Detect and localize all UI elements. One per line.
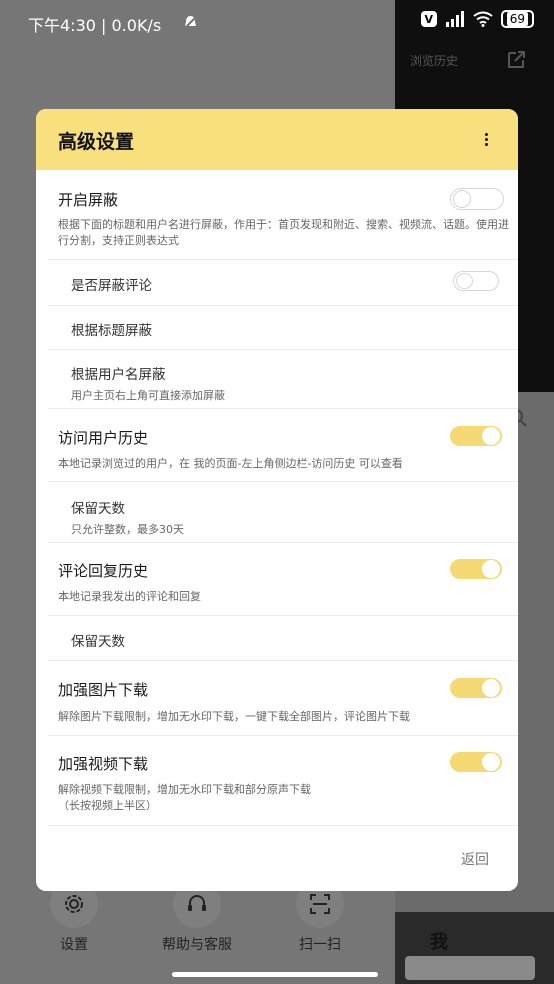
vpn-icon: V: [420, 11, 437, 27]
toggle-visit-history[interactable]: [450, 426, 502, 446]
setting-enable-block[interactable]: 开启屏蔽 根据下面的标题和用户名进行屏蔽，作用于：首页发现和附近、搜索、视频流、…: [48, 170, 518, 260]
setting-block-by-username[interactable]: 根据用户名屏蔽 用户主页右上角可直接添加屏蔽: [48, 350, 518, 409]
more-menu-icon[interactable]: [484, 133, 490, 148]
setting-title: 根据标题屏蔽: [71, 323, 152, 339]
toggle-comment-history[interactable]: [450, 559, 502, 579]
status-time: 下午4:30 | 0.0K/s: [28, 16, 162, 35]
home-indicator[interactable]: [172, 972, 378, 977]
mute-bell-icon: [183, 15, 198, 30]
history-link: 浏览历史: [410, 54, 459, 68]
nav-scan[interactable]: 扫一扫: [270, 880, 370, 954]
advanced-settings-dialog: 高级设置 开启屏蔽 根据下面的标题和用户名进行屏蔽，作用于：首页发现和附近、搜索…: [36, 109, 518, 891]
toggle-video-download[interactable]: [450, 752, 502, 772]
status-bar: 下午4:30 | 0.0K/s V 69: [0, 0, 554, 46]
setting-title: 保留天数: [71, 501, 125, 517]
toggle-block-comments[interactable]: [453, 271, 499, 291]
setting-retain-days-comment[interactable]: 保留天数: [48, 616, 518, 661]
toggle-enable-block[interactable]: [450, 188, 504, 210]
background-right-pill: [405, 956, 535, 980]
wifi-icon: [473, 11, 493, 27]
setting-title: 评论回复历史: [58, 562, 149, 580]
setting-block-comments[interactable]: 是否屏蔽评论: [48, 260, 518, 306]
toggle-image-download[interactable]: [450, 678, 502, 698]
setting-retain-days-visit[interactable]: 保留天数 只允许整数，最多30天: [48, 482, 518, 543]
setting-title: 开启屏蔽: [58, 191, 119, 209]
nav-help-label: 帮助与客服: [162, 937, 232, 953]
setting-desc: 只允许整数，最多30天: [71, 523, 184, 536]
dialog-title: 高级设置: [58, 131, 135, 153]
battery-icon: 69: [500, 10, 534, 28]
battery-level: 69: [506, 12, 528, 26]
setting-block-by-title[interactable]: 根据标题屏蔽: [48, 306, 518, 350]
setting-video-download[interactable]: 加强视频下载 解除视频下载限制，增加无水印下载和部分原声下载 （长按视频上半区）: [48, 736, 518, 826]
setting-title: 是否屏蔽评论: [71, 278, 152, 294]
nav-settings[interactable]: 设置: [24, 880, 124, 954]
setting-title: 访问用户历史: [58, 429, 149, 447]
setting-title: 加强视频下载: [58, 755, 149, 773]
nav-help[interactable]: 帮助与客服: [147, 880, 247, 954]
setting-title: 保留天数: [71, 634, 125, 650]
nav-settings-label: 设置: [60, 937, 88, 953]
setting-desc: 本地记录浏览过的用户，在 我的页面-左上角侧边栏-访问历史 可以查看: [58, 457, 403, 470]
tab-me[interactable]: 我: [430, 928, 448, 954]
setting-comment-history[interactable]: 评论回复历史 本地记录我发出的评论和回复: [48, 543, 518, 616]
setting-desc: 用户主页右上角可直接添加屏蔽: [71, 389, 225, 402]
setting-title: 根据用户名屏蔽: [71, 367, 166, 383]
bottom-nav: 设置 帮助与客服 扫一扫: [0, 880, 395, 960]
signal-icon: [445, 11, 464, 27]
dialog-header: 高级设置: [36, 109, 518, 170]
nav-scan-label: 扫一扫: [299, 937, 341, 953]
setting-desc: 解除视频下载限制，增加无水印下载和部分原声下载 （长按视频上半区）: [58, 783, 311, 812]
setting-desc: 解除图片下载限制，增加无水印下载，一键下载全部图片，评论图片下载: [58, 710, 410, 723]
setting-image-download[interactable]: 加强图片下载 解除图片下载限制，增加无水印下载，一键下载全部图片，评论图片下载: [48, 661, 518, 736]
setting-visit-history[interactable]: 访问用户历史 本地记录浏览过的用户，在 我的页面-左上角侧边栏-访问历史 可以查…: [48, 409, 518, 482]
back-button[interactable]: 返回: [461, 849, 489, 869]
setting-desc: 根据下面的标题和用户名进行屏蔽，作用于：首页发现和附近、搜索、视频流、话题。使用…: [58, 218, 509, 247]
setting-title: 加强图片下载: [58, 681, 149, 699]
setting-desc: 本地记录我发出的评论和回复: [58, 590, 201, 603]
share-icon: [508, 51, 525, 68]
